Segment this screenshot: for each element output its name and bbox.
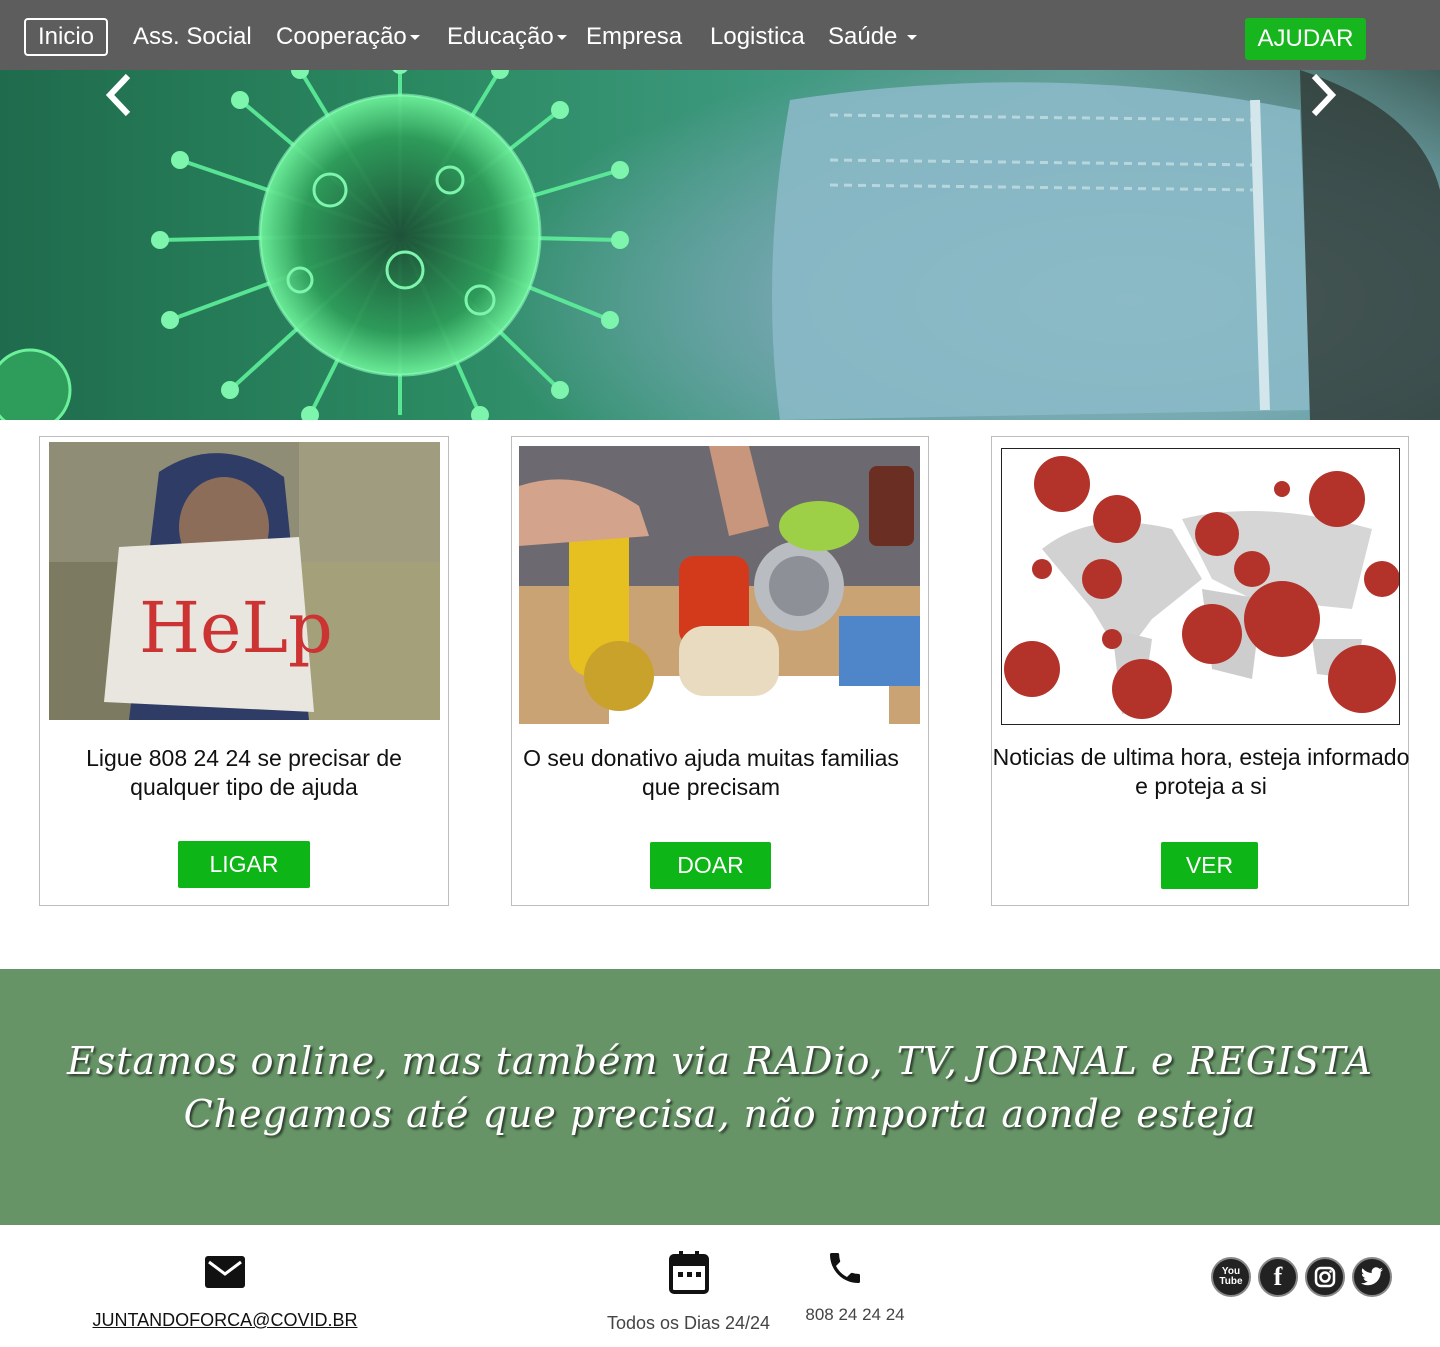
nav-item-saude[interactable]: Saúde (828, 20, 918, 54)
chevron-down-icon (907, 35, 918, 41)
nav-item-label: Saúde (828, 23, 898, 50)
nav-item-label: Educação (447, 23, 554, 50)
mail-icon (205, 1256, 245, 1288)
card-donate: O seu donativo ajuda muitas familias que… (511, 436, 929, 906)
facebook-icon[interactable]: f (1258, 1257, 1298, 1297)
help-sign-photo: HeLp (49, 442, 440, 720)
hero-carousel (0, 70, 1440, 420)
help-button[interactable]: AJUDAR (1245, 18, 1366, 60)
email-link[interactable]: JUNTANDOFORCA@COVID.BR (93, 1310, 358, 1330)
call-button[interactable]: LIGAR (178, 841, 310, 888)
virus-and-mask-photo (0, 70, 1440, 420)
carousel-next-button[interactable] (1300, 70, 1344, 120)
footer-email: JUNTANDOFORCA@COVID.BR (80, 1255, 370, 1331)
svg-text:HeLp: HeLp (139, 587, 333, 669)
card-news: Noticias de ultima hora, esteja informad… (991, 436, 1409, 906)
nav-item-label: Cooperação (276, 23, 407, 50)
nav-item-educacao[interactable]: Educação (447, 20, 567, 54)
card-description: Ligue 808 24 24 se precisar de qualquer … (86, 745, 402, 800)
phone-text: 808 24 24 24 (805, 1305, 905, 1324)
twitter-icon[interactable] (1352, 1257, 1392, 1297)
chevron-down-icon (409, 35, 420, 41)
nav-item-cooperacao[interactable]: Cooperação (276, 20, 420, 54)
card-description: Noticias de ultima hora, esteja informad… (992, 744, 1410, 799)
carousel-prev-button[interactable] (98, 70, 142, 120)
footer-schedule: Todos os Dias 24/24 (596, 1250, 781, 1334)
youtube-icon[interactable]: You Tube (1211, 1257, 1251, 1297)
banner-line-1: Estamos online, mas também via RADio, TV… (67, 1039, 1373, 1083)
food-donation-box-photo (519, 446, 920, 724)
info-banner: Estamos online, mas também via RADio, TV… (0, 969, 1440, 1225)
nav-item-inicio[interactable]: Inicio (24, 18, 109, 56)
schedule-text: Todos os Dias 24/24 (606, 1313, 771, 1333)
footer-phone: 808 24 24 24 (790, 1248, 920, 1325)
phone-icon (830, 1253, 860, 1283)
instagram-icon[interactable] (1305, 1257, 1345, 1297)
card-description: O seu donativo ajuda muitas familias que… (523, 745, 899, 800)
calendar-icon (668, 1251, 709, 1294)
nav-item-ass-social[interactable]: Ass. Social (133, 20, 252, 54)
banner-line-2: Chegamos até que precisa, não importa ao… (183, 1092, 1257, 1136)
nav-item-logistica[interactable]: Logistica (710, 20, 805, 54)
top-navbar: Inicio Ass. Social Cooperação Educação E… (0, 0, 1440, 70)
view-button[interactable]: VER (1161, 842, 1258, 889)
donate-button[interactable]: DOAR (650, 842, 771, 889)
world-map-virus-photo (1001, 448, 1400, 725)
nav-item-empresa[interactable]: Empresa (586, 20, 682, 54)
chevron-down-icon (556, 35, 567, 41)
card-help: HeLp Ligue 808 24 24 se precisar de qual… (39, 436, 449, 906)
